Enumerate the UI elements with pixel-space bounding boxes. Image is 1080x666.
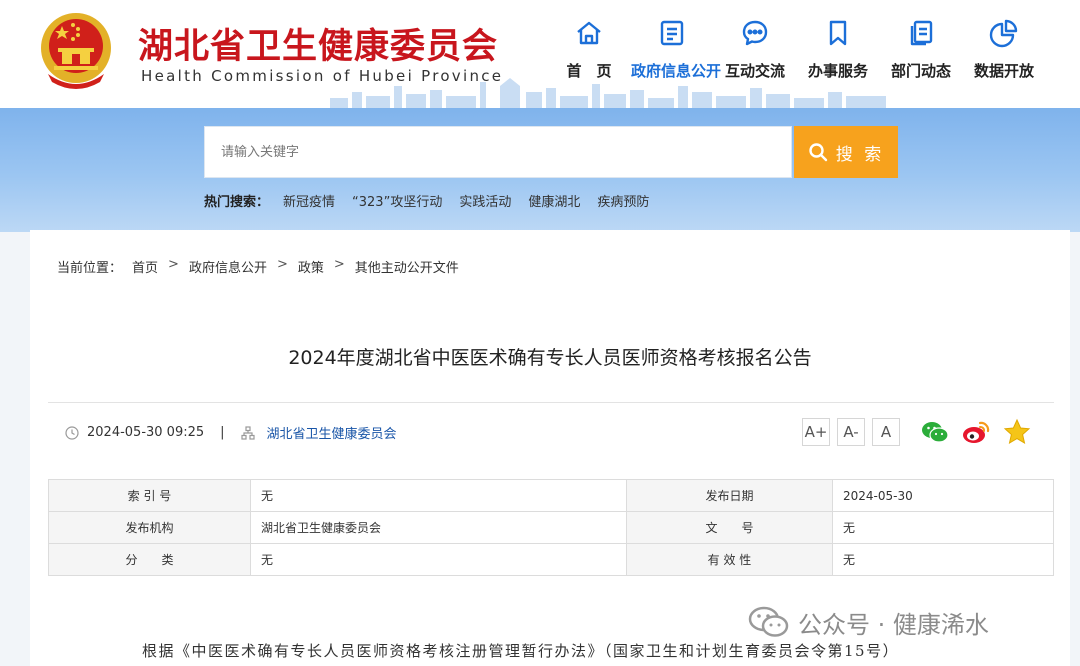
- search-icon: [809, 143, 827, 162]
- breadcrumb-item[interactable]: 其他主动公开文件: [355, 257, 459, 276]
- table-row: 分 类 无 有 效 性 无: [48, 543, 1054, 576]
- hot-search-link[interactable]: “323”攻坚行动: [352, 191, 442, 210]
- info-value: 无: [250, 543, 627, 576]
- nav-label-interaction: 互动交流: [724, 62, 785, 80]
- favorite-star-icon[interactable]: [1002, 417, 1032, 447]
- home-icon: [577, 21, 601, 45]
- info-key: 分 类: [48, 543, 251, 576]
- hot-search-link[interactable]: 健康湖北: [528, 191, 580, 210]
- wechat-watermark: 公众号 · 健康浠水: [748, 604, 989, 640]
- weibo-icon[interactable]: [961, 417, 991, 447]
- hot-searches: 热门搜索： 新冠疫情 “323”攻坚行动 实践活动 健康湖北 疾病预防: [204, 191, 666, 210]
- article-meta: 2024-05-30 09:25 | 湖北省卫生健康委员会: [65, 423, 397, 442]
- organization-icon: [240, 425, 255, 440]
- font-reset-button[interactable]: A: [872, 418, 900, 446]
- wechat-icon[interactable]: [920, 417, 950, 447]
- nav-item-open-data[interactable]: 数据开放: [963, 18, 1045, 81]
- font-decrease-button[interactable]: A-: [837, 418, 865, 446]
- nav-item-interaction[interactable]: 互动交流: [714, 18, 796, 81]
- info-value: 无: [832, 543, 1054, 576]
- meta-divider: |: [220, 425, 225, 440]
- publish-date: 2024-05-30 09:25: [87, 425, 205, 440]
- national-emblem-icon: [41, 13, 111, 89]
- share-buttons: [920, 417, 1043, 447]
- hot-search-link[interactable]: 疾病预防: [597, 191, 649, 210]
- breadcrumb-separator: >: [168, 257, 179, 272]
- font-increase-button[interactable]: A+: [802, 418, 830, 446]
- breadcrumb-separator: >: [333, 257, 345, 272]
- document-icon: [660, 20, 684, 46]
- info-key: 有 效 性: [626, 543, 833, 576]
- bookmark-icon: [829, 20, 847, 46]
- breadcrumb-item[interactable]: 首页: [132, 257, 158, 276]
- breadcrumb: 当前位置： 首页 > 政府信息公开 > 政策 > 其他主动公开文件: [57, 257, 459, 276]
- source-organization-link[interactable]: 湖北省卫生健康委员会: [267, 423, 397, 442]
- breadcrumb-prefix: 当前位置：: [57, 261, 123, 276]
- breadcrumb-separator: >: [276, 257, 288, 272]
- info-value: 2024-05-30: [832, 479, 1054, 512]
- article-title: 2024年度湖北省中医医术确有专长人员医师资格考核报名公告: [288, 347, 812, 369]
- document-info-table: 索 引 号 无 发布日期 2024-05-30 发布机构 湖北省卫生健康委员会 …: [48, 479, 1054, 576]
- nav-label-open-data: 数据开放: [973, 62, 1034, 80]
- site-header: 湖北省卫生健康委员会 Health Commission of Hubei Pr…: [0, 0, 1080, 108]
- hot-search-label: 热门搜索：: [204, 195, 270, 210]
- hot-search-link[interactable]: 实践活动: [459, 191, 511, 210]
- table-row: 索 引 号 无 发布日期 2024-05-30: [48, 479, 1054, 512]
- font-size-controls: A+ A- A: [802, 418, 907, 446]
- nav-label-services: 办事服务: [807, 62, 868, 80]
- clock-icon: [65, 425, 79, 440]
- info-value: 无: [832, 511, 1054, 544]
- nav-label-dept-news: 部门动态: [890, 62, 951, 80]
- pages-icon: [910, 20, 933, 46]
- info-key: 发布机构: [48, 511, 251, 544]
- search-input[interactable]: [205, 127, 791, 177]
- site-subtitle: Health Commission of Hubei Province: [141, 67, 504, 85]
- search-button-label: 搜 索: [835, 144, 885, 165]
- main-nav: 首 页 政府信息公开 互动交流 办事服务 部门动态 数据开放: [548, 18, 1046, 81]
- site-title: 湖北省卫生健康委员会: [138, 27, 499, 67]
- pie-chart-icon: [989, 19, 1018, 48]
- nav-item-home[interactable]: 首 页: [548, 18, 630, 81]
- info-value: 湖北省卫生健康委员会: [250, 511, 627, 544]
- article-meta-bar: 2024-05-30 09:25 | 湖北省卫生健康委员会 A+ A- A: [48, 402, 1054, 464]
- breadcrumb-item[interactable]: 政府信息公开: [189, 257, 267, 276]
- info-value: 无: [250, 479, 627, 512]
- nav-label-gov-info: 政府信息公开: [631, 62, 722, 80]
- info-key: 文 号: [626, 511, 833, 544]
- info-key: 发布日期: [626, 479, 833, 512]
- wechat-watermark-icon: [748, 606, 789, 637]
- hot-search-link[interactable]: 新冠疫情: [283, 191, 335, 210]
- nav-item-dept-news[interactable]: 部门动态: [880, 18, 962, 81]
- table-row: 发布机构 湖北省卫生健康委员会 文 号 无: [48, 511, 1054, 544]
- nav-item-services[interactable]: 办事服务: [797, 18, 879, 81]
- info-key: 索 引 号: [48, 479, 251, 512]
- breadcrumb-item[interactable]: 政策: [298, 257, 324, 276]
- chat-icon: [742, 20, 768, 46]
- nav-item-gov-info[interactable]: 政府信息公开: [631, 18, 722, 81]
- search-box: [204, 126, 792, 178]
- nav-label-home: 首 页: [566, 62, 612, 80]
- search-button[interactable]: 搜 索: [794, 126, 898, 178]
- article-body-text: 根据《中医医术确有专长人员医师资格考核注册管理暂行办法》（国家卫生和计划生育委员…: [142, 642, 900, 660]
- watermark-text: 公众号 · 健康浠水: [798, 610, 989, 639]
